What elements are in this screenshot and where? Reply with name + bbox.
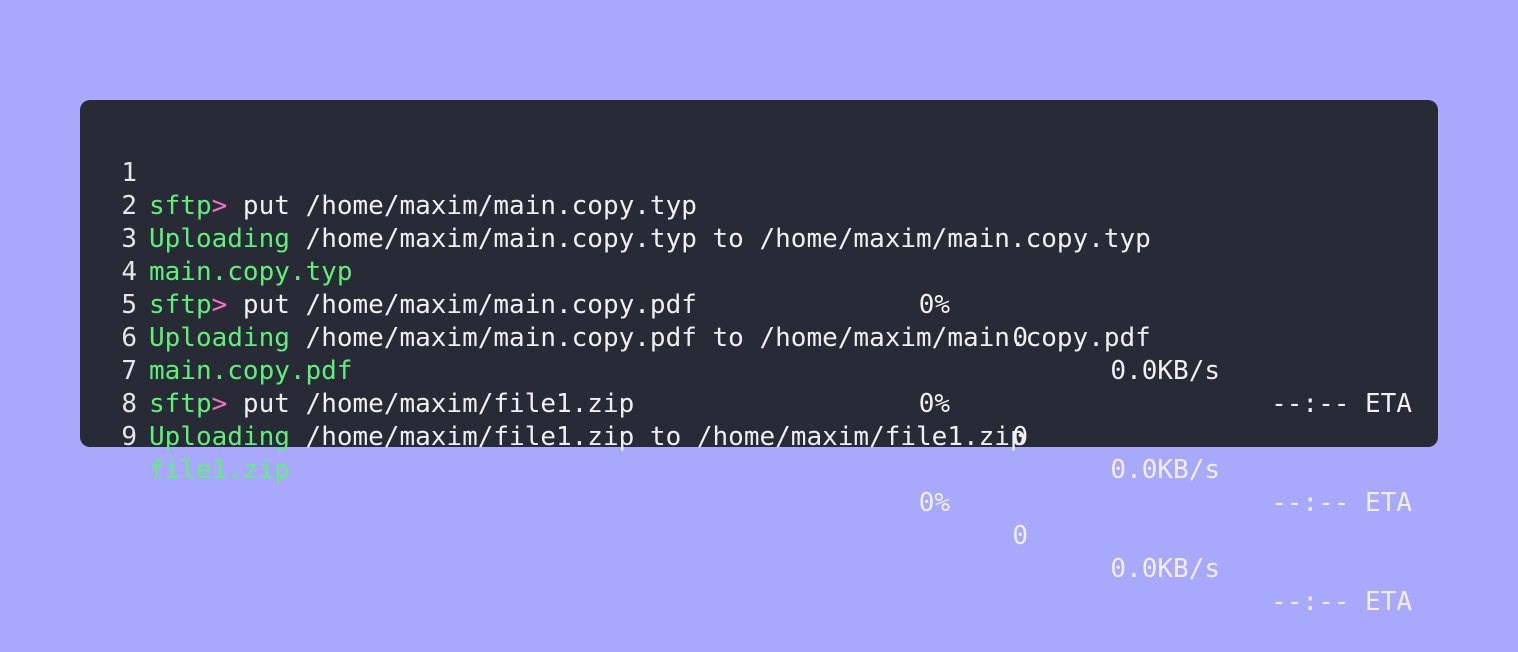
progress-percent: 0% — [918, 488, 950, 518]
code-line-1: 1 sftp> put /home/maxim/main.copy.typ — [80, 124, 1438, 221]
code-line-7: 7 sftp> put /home/maxim/file1.zip — [80, 322, 1438, 419]
code-line-8: 8 Uploading /home/maxim/file1.zip to /ho… — [80, 355, 1438, 452]
code-line-5: 5 Uploading /home/maxim/main.copy.pdf to… — [80, 256, 1438, 353]
code-line-3: 3 main.copy.typ 0% 0 0.0KB/s --:-- ETA — [80, 190, 1438, 419]
uploading-keyword: Uploading — [149, 422, 290, 452]
code-line-6: 6 main.copy.pdf 0% 0 0.0KB/s --:-- ETA — [80, 289, 1438, 518]
line-number: 9 — [121, 422, 137, 452]
transfer-rate: 0.0KB/s — [1110, 455, 1220, 485]
upload-path-text: /home/maxim/file1.zip to /home/maxim/fil… — [289, 422, 1026, 452]
code-line-9: 9 file1.zip 0% 0 0.0KB/s --:-- ETA — [80, 388, 1438, 617]
line-content: Uploading /home/maxim/file1.zip to /home… — [149, 421, 1026, 454]
progress-eta: --:-- ETA — [1271, 587, 1412, 617]
code-line-4: 4 sftp> put /home/maxim/main.copy.pdf — [80, 223, 1438, 320]
transfer-rate: 0.0KB/s — [1110, 554, 1220, 584]
code-line-2: 2 Uploading /home/maxim/main.copy.typ to… — [80, 157, 1438, 254]
progress-eta: --:-- ETA — [1271, 488, 1412, 518]
terminal-code-block: 1 sftp> put /home/maxim/main.copy.typ 2 … — [80, 100, 1438, 617]
progress-bytes: 0 — [1012, 521, 1028, 551]
progress-file-name: file1.zip — [149, 455, 290, 485]
